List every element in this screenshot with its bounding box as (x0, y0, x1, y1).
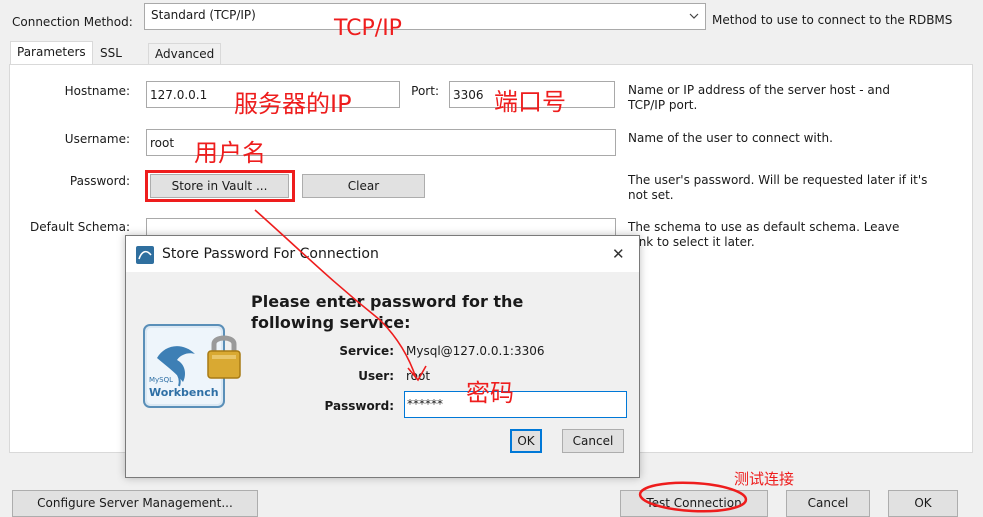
annotation-arrows (254, 209, 748, 513)
